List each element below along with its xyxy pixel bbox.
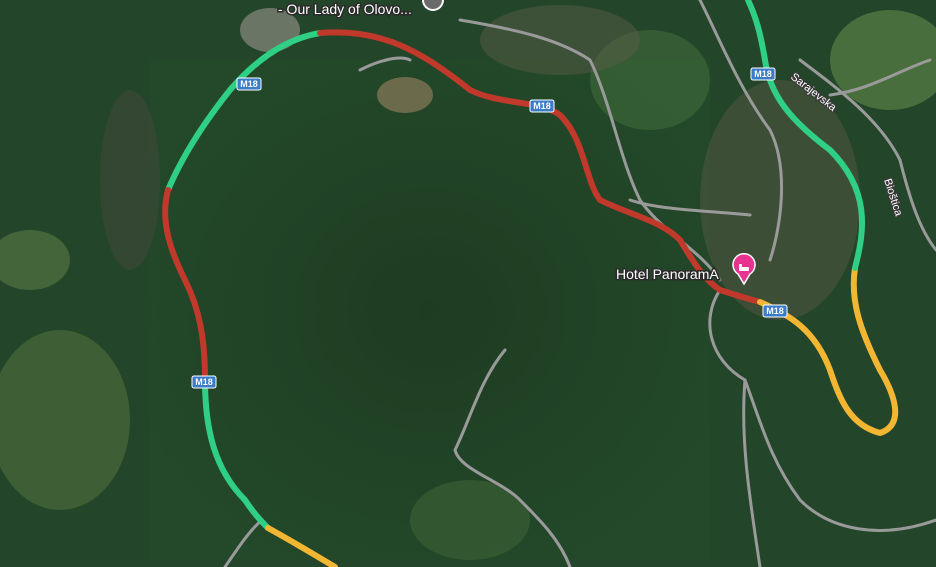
clearing (377, 77, 433, 113)
route-shield: M18 (191, 375, 217, 389)
satellite-map[interactable]: M18 M18 M18 M18 M18 Sarajevska Bioštica … (0, 0, 936, 567)
svg-text:M18: M18 (240, 79, 258, 89)
town-area (480, 5, 640, 75)
place-hotel-name: Hotel PanoramA (616, 266, 719, 282)
svg-text:M18: M18 (195, 377, 213, 387)
svg-text:M18: M18 (533, 101, 551, 111)
route-shield: M18 (236, 77, 262, 91)
svg-text:M18: M18 (754, 69, 772, 79)
svg-text:M18: M18 (766, 306, 784, 316)
route-shield: M18 (762, 304, 788, 318)
route-shield: M18 (750, 67, 776, 81)
route-shield: M18 (529, 99, 555, 113)
river-valley (100, 90, 160, 270)
place-church-name: - Our Lady of Olovo... (278, 1, 412, 17)
